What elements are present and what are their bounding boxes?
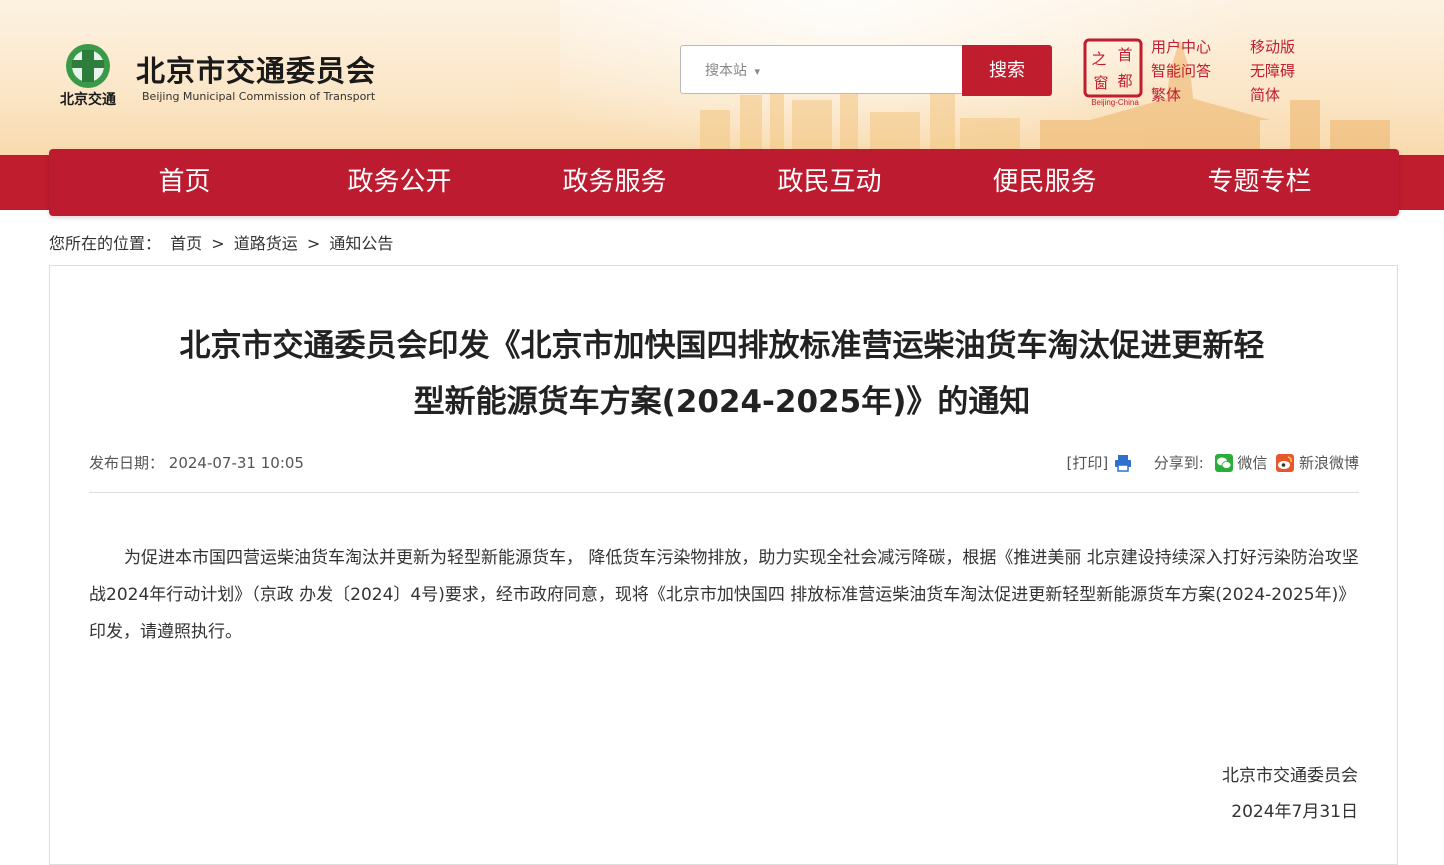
breadcrumb-separator: > (211, 234, 225, 253)
article-title: 北京市交通委员会印发《北京市加快国四排放标准营运柴油货车淘汰促进更新轻 型新能源… (90, 318, 1354, 430)
breadcrumb-separator: > (306, 234, 321, 253)
article-tools: [打印] 分享到: 微信 新浪微博 (1067, 452, 1359, 473)
article-body: 为促进本市国四营运柴油货车淘汰并更新为轻型新能源货车， 降低货车污染物排放，助力… (89, 548, 1359, 642)
article-signature: 北京市交通委员会 2024年7月31日 (1222, 758, 1358, 830)
search-bar: 搜本站 ▾ 搜索 (680, 45, 1052, 96)
svg-text:北京交通: 北京交通 (60, 91, 116, 107)
link-accessibility[interactable]: 无障碍 (1250, 60, 1295, 81)
search-scope-label: 搜本站 (705, 63, 747, 79)
article-meta: 发布日期： 2024-07-31 10:05 [打印] 分享到: 微信 新浪微博 (89, 452, 1359, 474)
share-weibo[interactable]: 新浪微博 (1299, 454, 1359, 472)
publish-date-value: 2024-07-31 10:05 (168, 454, 304, 472)
publish-date-label: 发布日期： (89, 454, 165, 472)
nav-item-home[interactable]: 首页 (77, 149, 292, 216)
breadcrumb-road-freight[interactable]: 道路货运 (234, 234, 298, 253)
chevron-down-icon[interactable]: ▾ (754, 65, 760, 78)
link-traditional[interactable]: 繁体 (1151, 84, 1181, 105)
emblem-icon: 北京交通 (60, 44, 116, 107)
link-smart-qa[interactable]: 智能问答 (1151, 60, 1211, 81)
signature-org: 北京市交通委员会 (1222, 766, 1358, 786)
logo-title-en: Beijing Municipal Commission of Transpor… (142, 90, 376, 103)
signature-date: 2024年7月31日 (1231, 802, 1358, 822)
breadcrumb-home[interactable]: 首页 (170, 234, 202, 253)
publish-date: 发布日期： 2024-07-31 10:05 (89, 452, 304, 473)
meta-divider (89, 492, 1359, 493)
nav-item-interaction[interactable]: 政民互动 (722, 149, 937, 216)
wechat-icon[interactable] (1214, 453, 1233, 472)
logo-title-cn: 北京市交通委员会 (136, 54, 377, 88)
search-button[interactable]: 搜索 (962, 45, 1052, 96)
weibo-icon[interactable] (1276, 453, 1295, 472)
svg-text:之: 之 (1091, 51, 1106, 68)
breadcrumb-notices[interactable]: 通知公告 (329, 234, 393, 253)
breadcrumb-label: 您所在的位置： (49, 234, 162, 253)
svg-text:Beijing-China: Beijing-China (1091, 98, 1139, 107)
link-user-center[interactable]: 用户中心 (1151, 36, 1211, 57)
beijing-seal-icon: 之 首 窗 都 Beijing-China (1083, 38, 1143, 107)
svg-text:首: 首 (1117, 47, 1132, 64)
search-input[interactable]: 搜本站 ▾ (680, 45, 962, 94)
site-logo[interactable]: 北京交通 北京市交通委员会 Beijing Municipal Commissi… (48, 38, 388, 110)
nav-item-government-affairs[interactable]: 政务公开 (292, 149, 507, 216)
link-mobile[interactable]: 移动版 (1250, 36, 1295, 57)
nav-item-topics[interactable]: 专题专栏 (1152, 149, 1367, 216)
svg-text:都: 都 (1117, 73, 1132, 90)
svg-text:窗: 窗 (1093, 74, 1108, 92)
article-title-line1: 北京市交通委员会印发《北京市加快国四排放标准营运柴油货车淘汰促进更新轻 (179, 328, 1265, 364)
article-title-line2: 型新能源货车方案(2024-2025年)》的通知 (413, 384, 1031, 420)
breadcrumb: 您所在的位置： 首页 > 道路货运 > 通知公告 (49, 230, 393, 254)
share-wechat[interactable]: 微信 (1237, 454, 1267, 472)
print-link[interactable]: [打印] (1067, 454, 1109, 472)
link-simplified[interactable]: 简体 (1250, 84, 1280, 105)
nav-item-government-services[interactable]: 政务服务 (507, 149, 722, 216)
printer-icon[interactable] (1113, 453, 1133, 473)
main-nav: 首页 政务公开 政务服务 政民互动 便民服务 专题专栏 (49, 149, 1399, 216)
nav-item-convenience[interactable]: 便民服务 (937, 149, 1152, 216)
share-label: 分享到: (1153, 454, 1204, 472)
